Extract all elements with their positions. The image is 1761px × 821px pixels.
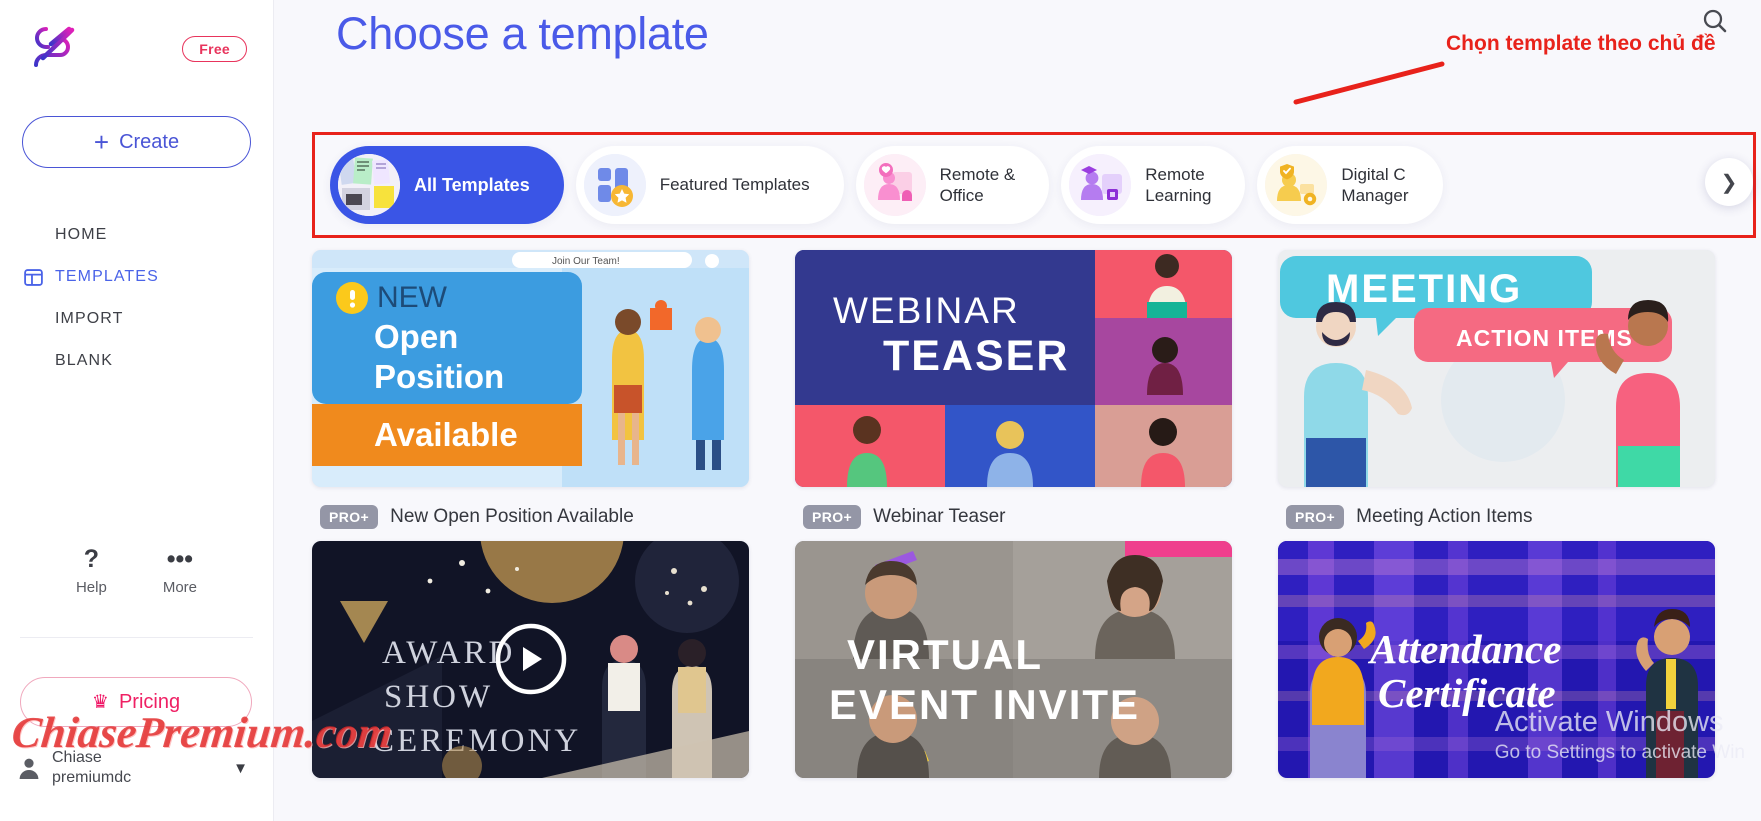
category-tab-all-templates-label: All Templates	[414, 174, 530, 195]
svg-text:WEBINAR: WEBINAR	[833, 290, 1020, 331]
svg-text:SHOW: SHOW	[384, 679, 493, 715]
sidebar-header: Free	[0, 0, 273, 80]
sidebar-item-blank-label: BLANK	[55, 352, 113, 369]
category-tab-remote-office[interactable]: Remote & Office	[855, 146, 1050, 224]
category-tab-digital-change-management-label: Digital C Manager	[1341, 164, 1409, 205]
template-card-award-show-ceremony[interactable]: AWARD SHOW CEREMONY	[312, 541, 749, 778]
help-button[interactable]: ? Help	[75, 545, 107, 597]
svg-text:Open: Open	[374, 318, 458, 355]
webinar-teaser-thumbnail[interactable]: WEBINAR TEASER	[795, 250, 1232, 487]
template-row: AWARD SHOW CEREMONY VIRTUAL EVENT INVITE…	[312, 541, 1761, 778]
remote-learning-icon	[1069, 154, 1132, 216]
status-badge: PRO+	[1286, 505, 1345, 529]
template-card-meta: PRO+ Webinar Teaser	[795, 487, 1232, 529]
template-card-meeting-action-items[interactable]: MEETING ACTION ITEMS PRO+ Meeting Action…	[1278, 250, 1715, 529]
new-open-position-thumbnail[interactable]: NEW Open Position Available Join Our Tea…	[312, 250, 749, 487]
template-card-title: Webinar Teaser	[873, 506, 1006, 527]
attendance-certificate-thumbnail[interactable]: Attendance Certificate	[1278, 541, 1715, 778]
question-mark-icon: ?	[83, 545, 100, 573]
sidebar-item-import[interactable]: IMPORT	[0, 298, 273, 340]
category-tabs[interactable]: All Templates Featured Templates Remote …	[320, 140, 1755, 230]
svg-text:Available: Available	[374, 416, 518, 453]
help-label: Help	[75, 579, 107, 596]
sidebar-item-home[interactable]: HOME	[0, 214, 273, 256]
sidebar-divider	[20, 637, 253, 638]
sidebar-item-home-label: HOME	[55, 226, 108, 243]
offeo-logo-icon[interactable]	[22, 18, 84, 80]
main-content: Choose a template Chọn template theo chủ…	[274, 0, 1761, 821]
category-tab-all-templates[interactable]: All Templates	[330, 146, 564, 224]
template-row: NEW Open Position Available Join Our Tea…	[312, 250, 1761, 529]
templates-grid-icon	[22, 266, 44, 288]
template-card-title: New Open Position Available	[390, 506, 634, 527]
status-badge: PRO+	[803, 505, 862, 529]
app-root: Free + Create HOME TEMPLATES IMPORT BLAN…	[0, 0, 1761, 821]
template-card-virtual-event-invite[interactable]: VIRTUAL EVENT INVITE	[795, 541, 1232, 778]
plan-badge: Free	[182, 36, 247, 62]
svg-text:Certificate: Certificate	[1378, 670, 1556, 716]
account-name-line1: Chiase	[52, 749, 102, 766]
category-tab-featured-templates[interactable]: Featured Templates	[575, 146, 844, 224]
template-card-webinar-teaser[interactable]: WEBINAR TEASER PRO+ Webinar Teaser	[795, 250, 1232, 529]
sidebar-item-templates-label: TEMPLATES	[55, 268, 159, 285]
svg-text:Position: Position	[374, 358, 504, 395]
template-card-meta: PRO+ Meeting Action Items	[1278, 487, 1715, 529]
svg-text:TEASER: TEASER	[883, 332, 1069, 380]
sidebar-item-blank[interactable]: BLANK	[0, 340, 273, 382]
template-card-new-open-position[interactable]: NEW Open Position Available Join Our Tea…	[312, 250, 749, 529]
page-title: Choose a template	[336, 8, 709, 59]
featured-star-icon	[583, 154, 646, 216]
svg-text:NEW: NEW	[377, 281, 448, 314]
status-badge: PRO+	[320, 505, 379, 529]
template-card-attendance-certificate[interactable]: Attendance Certificate	[1278, 541, 1715, 778]
category-tab-remote-learning-label: Remote Learning	[1145, 164, 1212, 205]
digital-change-management-icon	[1265, 154, 1328, 216]
virtual-event-invite-thumbnail[interactable]: VIRTUAL EVENT INVITE	[795, 541, 1232, 778]
create-button-label: Create	[119, 130, 180, 153]
svg-text:AWARD: AWARD	[382, 635, 515, 671]
sidebar-utilities: ? Help ••• More	[0, 545, 273, 597]
annotation-text: Chọn template theo chủ đề	[1446, 32, 1716, 55]
category-tab-digital-change-management[interactable]: Digital C Manager	[1257, 146, 1443, 224]
arrow-line-icon	[1293, 61, 1445, 105]
chevron-down-icon[interactable]: ▼	[233, 760, 248, 777]
category-tab-remote-learning[interactable]: Remote Learning	[1061, 146, 1246, 224]
sidebar-item-templates[interactable]: TEMPLATES	[0, 256, 273, 298]
user-avatar-icon	[16, 755, 42, 781]
ellipsis-icon: •••	[166, 545, 194, 573]
category-tab-featured-templates-label: Featured Templates	[659, 175, 810, 195]
sidebar-item-import-label: IMPORT	[55, 310, 124, 327]
svg-text:Join Our Team!: Join Our Team!	[552, 256, 620, 267]
pricing-button-label: Pricing	[118, 690, 181, 713]
category-tab-remote-office-label: Remote & Office	[939, 164, 1016, 205]
create-button[interactable]: + Create	[22, 116, 251, 168]
award-show-ceremony-thumbnail[interactable]: AWARD SHOW CEREMONY	[312, 541, 749, 778]
more-label: More	[162, 579, 198, 596]
remote-office-icon	[863, 154, 926, 216]
meeting-action-items-thumbnail[interactable]: MEETING ACTION ITEMS	[1278, 250, 1715, 487]
templates-collage-icon	[338, 154, 400, 216]
chevron-right-icon[interactable]: ❯	[1705, 158, 1753, 206]
crown-icon: ♛	[91, 691, 109, 713]
template-card-title: Meeting Action Items	[1356, 506, 1533, 527]
template-card-meta: PRO+ New Open Position Available	[312, 487, 749, 529]
svg-text:MEETING: MEETING	[1326, 267, 1522, 311]
svg-text:Attendance: Attendance	[1367, 626, 1561, 672]
plus-icon: +	[93, 127, 110, 157]
sidebar-nav: HOME TEMPLATES IMPORT BLANK	[0, 214, 273, 382]
account-switcher[interactable]: Chiase premiumdc ▼	[16, 748, 266, 788]
sidebar: Free + Create HOME TEMPLATES IMPORT BLAN…	[0, 0, 274, 821]
account-name: Chiase premiumdc	[52, 748, 131, 788]
template-grid: NEW Open Position Available Join Our Tea…	[312, 250, 1761, 821]
account-name-line2: premiumdc	[52, 769, 132, 786]
svg-text:VIRTUAL: VIRTUAL	[847, 631, 1043, 678]
more-button[interactable]: ••• More	[162, 545, 198, 597]
svg-text:EVENT INVITE: EVENT INVITE	[829, 681, 1140, 728]
pricing-button[interactable]: ♛ Pricing	[20, 677, 252, 727]
